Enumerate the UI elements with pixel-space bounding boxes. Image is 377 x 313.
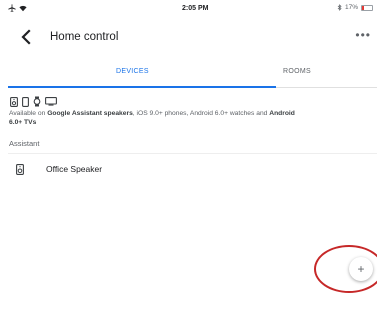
top-app-bar: Home control •••	[8, 22, 377, 52]
section-divider	[8, 153, 377, 154]
add-device-button[interactable]: +	[349, 257, 373, 281]
availability-emphasis-speakers: Google Assistant speakers	[47, 110, 133, 117]
status-icons-right: 17%	[337, 4, 373, 11]
speaker-icon	[10, 96, 18, 107]
availability-text: Available on Google Assistant speakers, …	[9, 110, 309, 127]
device-types-row	[10, 96, 57, 107]
battery-icon	[361, 4, 373, 11]
wifi-icon	[19, 5, 27, 11]
tv-icon	[45, 97, 57, 106]
status-icons-left	[8, 4, 27, 12]
battery-fill	[362, 5, 364, 10]
airplane-icon	[8, 4, 16, 12]
more-options-icon[interactable]: •••	[355, 28, 371, 42]
tab-devices[interactable]: DEVICES	[116, 68, 149, 75]
app-screen: 2:05 PM 17% Home control ••• DEVICES ROO…	[8, 0, 377, 313]
battery-percent: 17%	[344, 4, 358, 11]
page-title: Home control	[50, 31, 119, 43]
device-name: Office Speaker	[46, 164, 103, 174]
section-header-assistant: Assistant	[9, 139, 40, 148]
availability-prefix: Available on	[9, 110, 48, 117]
bluetooth-icon	[337, 4, 342, 11]
back-arrow-icon[interactable]	[18, 27, 36, 47]
tab-bar: DEVICES ROOMS	[8, 60, 377, 88]
tab-rooms[interactable]: ROOMS	[283, 68, 311, 75]
device-row-office-speaker[interactable]: Office Speaker	[8, 157, 377, 183]
selected-tab-indicator	[8, 86, 276, 88]
watch-icon	[33, 96, 41, 107]
status-time: 2:05 PM	[182, 5, 209, 12]
availability-and: and	[254, 110, 270, 117]
phone-icon	[22, 96, 29, 107]
speaker-icon	[16, 164, 24, 175]
availability-middle: , iOS 9.0+ phones, Android 6.0+ watches	[132, 110, 255, 117]
empty-content-area	[8, 190, 377, 313]
status-bar: 2:05 PM 17%	[8, 0, 377, 16]
